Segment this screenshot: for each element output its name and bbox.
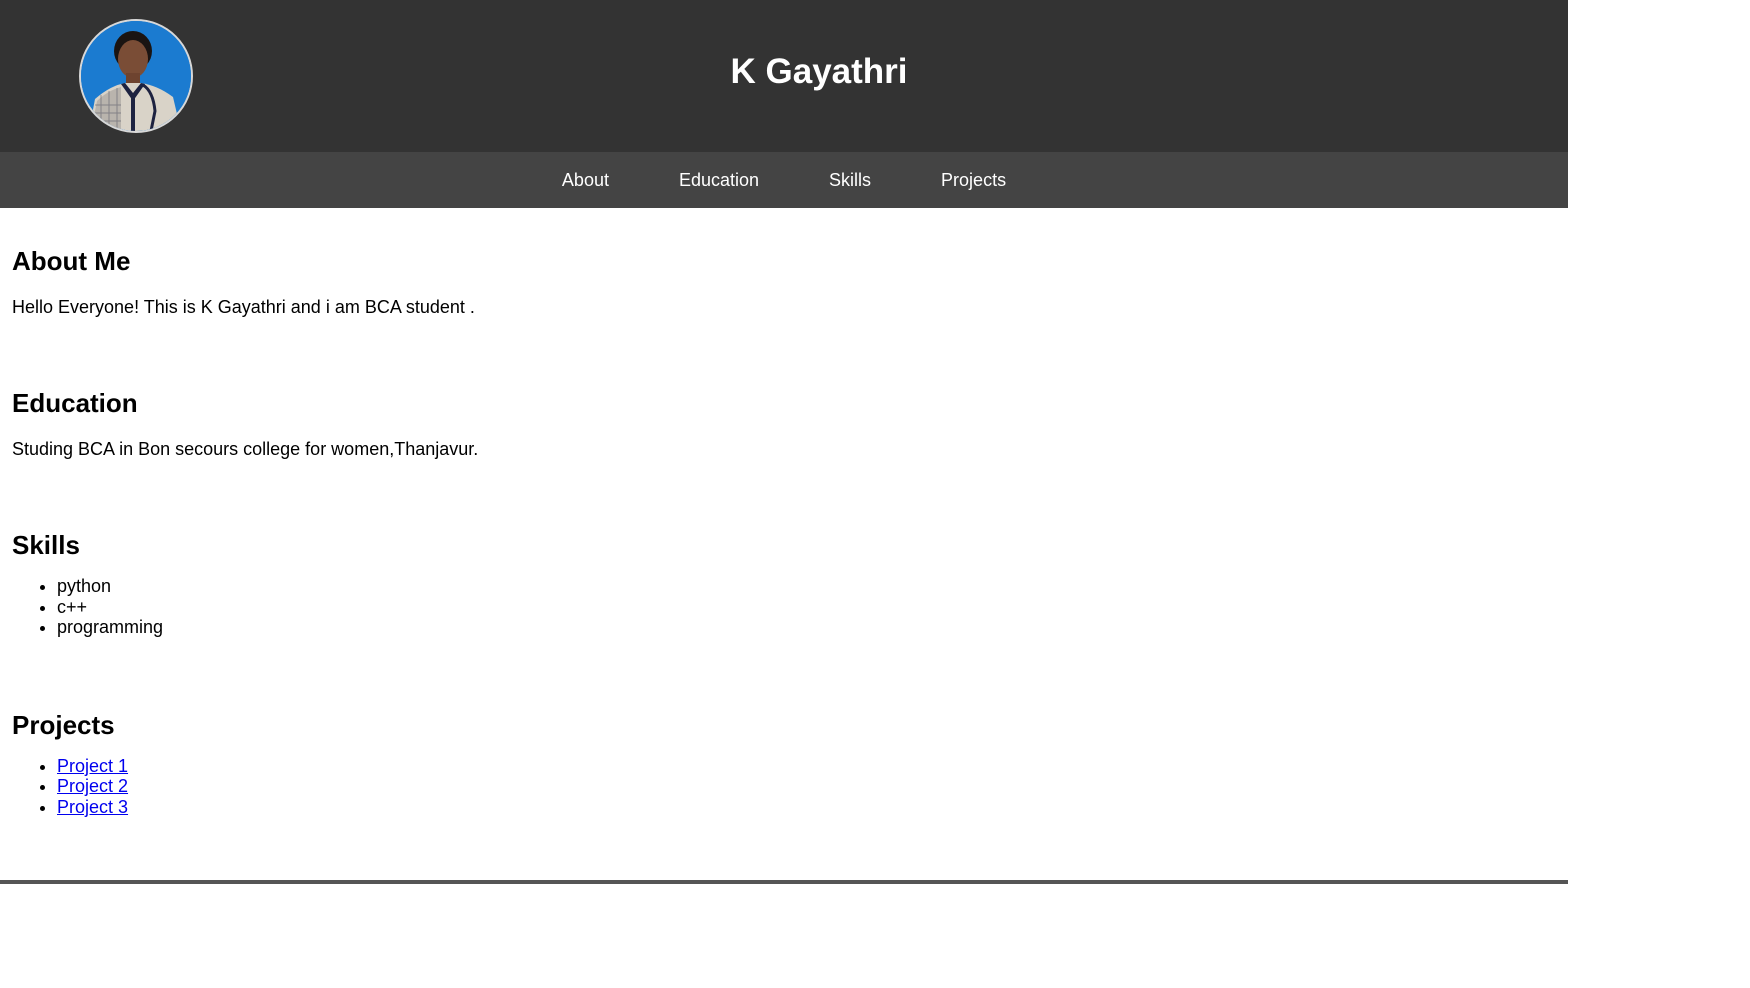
nav-item-about[interactable]: About	[527, 152, 644, 208]
page-bottom	[0, 884, 1750, 988]
list-item: c++	[57, 597, 1556, 618]
list-item: Project 2	[57, 776, 1556, 797]
about-section: About Me Hello Everyone! This is K Gayat…	[12, 208, 1556, 320]
project-link-3[interactable]: Project 3	[57, 797, 128, 817]
project-link-2[interactable]: Project 2	[57, 776, 128, 796]
list-item: Project 1	[57, 756, 1556, 777]
page: K Gayathri About Education Skills Projec…	[0, 0, 1568, 988]
skills-heading: Skills	[12, 530, 80, 560]
right-gutter	[1568, 0, 1750, 988]
main-nav: About Education Skills Projects	[0, 152, 1568, 208]
nav-item-skills[interactable]: Skills	[794, 152, 906, 208]
site-header: K Gayathri	[0, 0, 1568, 152]
main-content: About Me Hello Everyone! This is K Gayat…	[0, 208, 1568, 818]
education-heading: Education	[12, 388, 138, 418]
list-item: Project 3	[57, 797, 1556, 818]
education-section: Education Studing BCA in Bon secours col…	[12, 320, 1556, 462]
list-item: programming	[57, 617, 1556, 638]
about-heading: About Me	[12, 246, 131, 276]
list-item: python	[57, 576, 1556, 597]
skills-list: python c++ programming	[12, 576, 1556, 638]
nav-item-education[interactable]: Education	[644, 152, 794, 208]
about-text: Hello Everyone! This is K Gayathri and i…	[12, 297, 475, 317]
nav-item-projects[interactable]: Projects	[906, 152, 1041, 208]
projects-section: Projects Project 1 Project 2 Project 3	[12, 638, 1556, 818]
education-text: Studing BCA in Bon secours college for w…	[12, 439, 479, 459]
projects-list: Project 1 Project 2 Project 3	[12, 756, 1556, 818]
skills-section: Skills python c++ programming	[12, 462, 1556, 638]
site-title: K Gayathri	[730, 52, 908, 91]
projects-heading: Projects	[12, 709, 115, 740]
project-link-1[interactable]: Project 1	[57, 756, 128, 776]
